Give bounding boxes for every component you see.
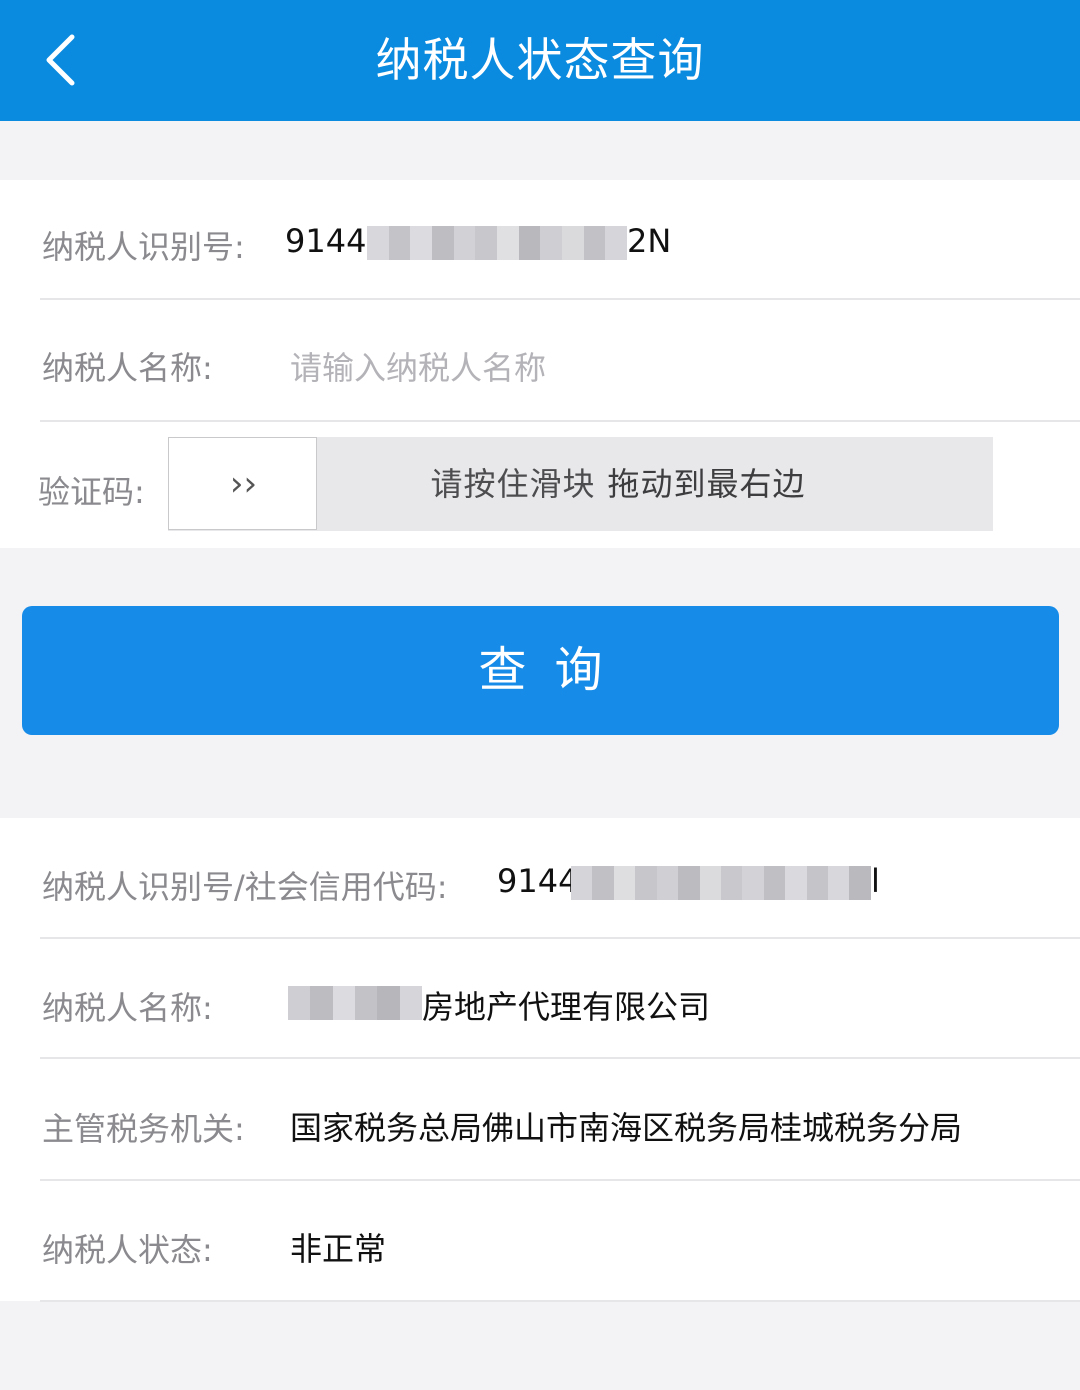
captcha-hint-part2: 拖动到最右边 — [607, 465, 806, 503]
redacted-block — [288, 986, 422, 1020]
result-name-value: 房地产代理有限公司 — [288, 970, 988, 1040]
taxpayer-id-suffix: 2N — [627, 222, 672, 260]
result-name-label: 纳税人名称: — [42, 989, 213, 1027]
taxpayer-id-prefix: 9144( — [285, 222, 379, 260]
taxpayer-id-label: 纳税人识别号: — [42, 228, 245, 266]
captcha-slider-handle[interactable]: ›› — [168, 437, 317, 530]
taxpayer-name-input[interactable]: 请输入纳税人名称 — [290, 343, 546, 389]
divider — [40, 420, 1080, 422]
authority-value: 国家税务总局佛山市南海区税务局桂城税务分局 — [290, 1109, 963, 1147]
captcha-slider-hint: 请按住滑块 拖动到最右边 — [318, 437, 918, 531]
captcha-hint-part1: 请按住滑块 — [430, 465, 596, 503]
divider — [40, 1057, 1080, 1059]
app-header: 纳税人状态查询 — [0, 0, 1080, 121]
taxpayer-name-label: 纳税人名称: — [42, 349, 213, 387]
credit-code-label: 纳税人识别号/社会信用代码: — [42, 868, 448, 906]
taxpayer-id-input[interactable]: 9144( 2N — [285, 210, 1045, 280]
redacted-block — [571, 866, 871, 900]
divider — [40, 1300, 1080, 1302]
query-button[interactable]: 查询 — [22, 606, 1059, 735]
divider — [40, 298, 1080, 300]
status-label: 纳税人状态: — [42, 1231, 213, 1269]
credit-code-suffix: l — [871, 862, 880, 900]
divider — [40, 937, 1080, 939]
double-chevron-right-icon: ›› — [229, 464, 258, 504]
captcha-label: 验证码: — [38, 473, 145, 511]
authority-label: 主管税务机关: — [42, 1110, 245, 1148]
result-name-suffix: 房地产代理有限公司 — [422, 988, 711, 1026]
credit-code-value: 9144 l — [497, 850, 1057, 920]
credit-code-prefix: 9144 — [497, 862, 579, 900]
query-button-label: 查询 — [478, 642, 631, 698]
status-value: 非正常 — [290, 1230, 387, 1268]
page-title: 纳税人状态查询 — [375, 33, 705, 87]
divider — [40, 1179, 1080, 1181]
redacted-block — [367, 226, 627, 260]
